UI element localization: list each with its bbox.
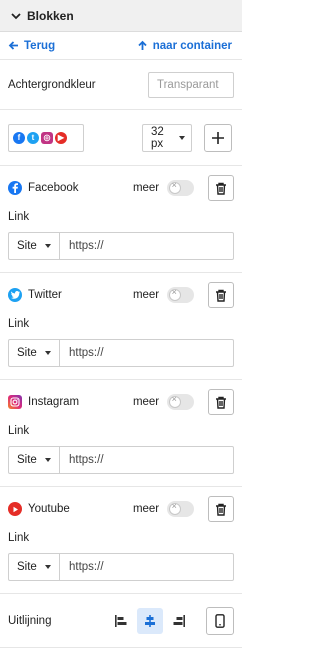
arrow-left-icon [8,41,18,50]
plus-icon [212,131,224,144]
align-center-button[interactable] [137,607,163,634]
align-left-button[interactable] [109,608,135,634]
social-name: Youtube [28,503,70,515]
social-name: Twitter [28,289,62,301]
alignment-label: Uitlijning [8,614,52,627]
more-toggle[interactable] [166,287,195,303]
caret-down-icon [45,351,51,355]
caret-down-icon [45,565,51,569]
more-toggle[interactable] [166,501,195,517]
trash-icon [216,396,227,409]
arrow-up-icon [138,40,147,50]
icons-row: f t ◎ ▶ 32 px [0,110,242,166]
link-label: Link [8,425,30,437]
social-name: Facebook [28,182,79,194]
back-link[interactable]: Terug [8,40,55,52]
background-color-label: Achtergrondkleur [8,78,96,91]
mobile-view-button[interactable] [206,606,235,635]
caret-down-icon [45,244,51,248]
align-right-button[interactable] [166,608,192,634]
facebook-icon [8,181,22,195]
url-input[interactable]: https:// [60,553,234,581]
nav-row: Terug naar container [0,32,242,60]
url-input[interactable]: https:// [60,339,234,367]
social-item-youtube: Youtube meer Link Site https:// [0,487,242,594]
add-social-button[interactable] [204,123,232,152]
panel-header[interactable]: Blokken [0,0,242,32]
more-toggle[interactable] [166,394,195,410]
link-type-value: Site [17,561,37,573]
social-item-instagram: Instagram meer Link Site https:// [0,380,242,487]
link-label: Link [8,211,30,223]
link-label: Link [8,318,30,330]
social-item-facebook: Facebook meer Link Site https:// [0,166,242,273]
more-label: meer [132,289,160,301]
trash-icon [216,289,227,302]
delete-button[interactable] [208,496,234,522]
caret-down-icon [45,458,51,462]
parent-container-link[interactable]: naar container [137,40,232,52]
more-label: meer [132,396,160,408]
instagram-icon [8,395,22,409]
link-type-value: Site [17,240,37,252]
align-left-icon [115,614,127,627]
back-link-label: Terug [24,39,56,52]
delete-button[interactable] [208,282,234,308]
social-name: Instagram [28,396,80,408]
panel-title: Blokken [27,8,74,23]
alignment-row: Uitlijning [0,594,242,648]
link-label: Link [8,532,30,544]
more-toggle[interactable] [166,180,195,196]
align-right-icon [173,614,185,627]
caret-down-icon [179,135,185,140]
link-type-select[interactable]: Site [8,339,60,367]
twitter-icon: t [27,131,39,144]
icon-preview[interactable]: f t ◎ ▶ [8,123,84,152]
facebook-icon: f [13,131,25,144]
link-type-select[interactable]: Site [8,446,60,474]
more-label: meer [132,182,160,194]
icon-size-select[interactable]: 32 px [142,123,192,152]
twitter-icon [8,288,22,302]
link-type-select[interactable]: Site [8,553,60,581]
url-input[interactable]: https:// [60,232,234,260]
chevron-down-icon [11,12,21,19]
trash-icon [216,503,227,516]
mobile-phone-icon [215,613,225,628]
link-type-value: Site [17,347,37,359]
social-item-twitter: Twitter meer Link Site https:// [0,273,242,380]
background-color-input[interactable]: Transparant [148,71,234,98]
delete-button[interactable] [208,175,234,201]
youtube-icon [8,502,22,516]
delete-button[interactable] [208,389,234,415]
trash-icon [216,182,227,195]
youtube-icon: ▶ [55,131,67,144]
align-center-icon [144,614,155,627]
background-color-row: Achtergrondkleur Transparant [0,60,242,110]
icon-size-value: 32 px [151,125,164,150]
more-label: meer [132,503,160,515]
link-type-value: Site [17,454,37,466]
link-type-select[interactable]: Site [8,232,60,260]
parent-container-label: naar container [152,39,232,52]
instagram-icon: ◎ [41,131,53,144]
url-input[interactable]: https:// [60,446,234,474]
